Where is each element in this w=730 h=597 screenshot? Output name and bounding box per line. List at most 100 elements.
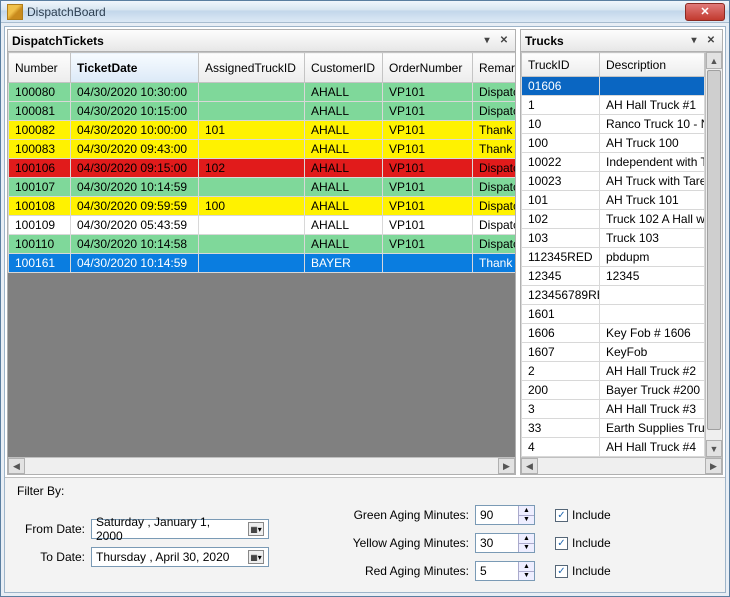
table-cell[interactable]: 100106 <box>9 159 71 178</box>
table-row[interactable]: 3AH Hall Truck #3 <box>522 400 705 419</box>
panel-close-icon[interactable]: ✕ <box>704 34 718 48</box>
table-cell[interactable]: Thank y <box>473 254 516 273</box>
trucks-vscroll[interactable]: ▲ ▼ <box>705 52 722 457</box>
scroll-thumb[interactable] <box>707 70 721 430</box>
scroll-right-icon[interactable]: ▶ <box>705 458 722 474</box>
table-cell[interactable]: 01606 <box>522 77 600 96</box>
table-cell[interactable]: 101 <box>522 191 600 210</box>
table-cell[interactable]: Dispatche <box>473 159 516 178</box>
table-cell[interactable]: 100 <box>522 134 600 153</box>
scroll-up-icon[interactable]: ▲ <box>706 52 722 69</box>
table-cell[interactable]: 04/30/2020 10:00:00 <box>71 121 199 140</box>
table-cell[interactable]: 100082 <box>9 121 71 140</box>
scroll-right-icon[interactable]: ▶ <box>498 458 515 474</box>
table-cell[interactable]: AHALL <box>305 159 383 178</box>
table-cell[interactable]: 101 <box>199 121 305 140</box>
table-cell[interactable]: 100107 <box>9 178 71 197</box>
table-row[interactable]: 101AH Truck 101 <box>522 191 705 210</box>
table-row[interactable]: 200Bayer Truck #200 <box>522 381 705 400</box>
table-row[interactable]: 102Truck 102 A Hall wit <box>522 210 705 229</box>
table-cell[interactable]: AH Hall Truck #1 <box>600 96 705 115</box>
table-cell[interactable]: VP101 <box>383 102 473 121</box>
table-cell[interactable]: Independent with Ta <box>600 153 705 172</box>
table-cell[interactable]: AH Truck with Tare <box>600 172 705 191</box>
table-cell[interactable] <box>199 235 305 254</box>
table-cell[interactable]: AH Truck 100 <box>600 134 705 153</box>
red-aging-spinner[interactable]: 5 ▲▼ <box>475 561 535 581</box>
table-cell[interactable]: 04/30/2020 10:30:00 <box>71 83 199 102</box>
table-row[interactable]: 4AH Hall Truck #4 <box>522 438 705 457</box>
table-cell[interactable]: AHALL <box>305 235 383 254</box>
checkbox-icon[interactable]: ✓ <box>555 509 568 522</box>
yellow-aging-spinner[interactable]: 30 ▲▼ <box>475 533 535 553</box>
calendar-icon[interactable]: ▦▾ <box>248 550 264 564</box>
table-cell[interactable] <box>600 77 705 96</box>
table-cell[interactable]: AHALL <box>305 216 383 235</box>
checkbox-icon[interactable]: ✓ <box>555 565 568 578</box>
table-cell[interactable]: Dispatche <box>473 235 516 254</box>
from-date-picker[interactable]: Saturday , January 1, 2000 ▦▾ <box>91 519 269 539</box>
trucks-hscroll[interactable]: ◀ ▶ <box>521 457 722 474</box>
table-cell[interactable]: Truck 102 A Hall wit <box>600 210 705 229</box>
table-row[interactable]: 1601 <box>522 305 705 324</box>
spin-up-icon[interactable]: ▲ <box>519 562 534 572</box>
table-cell[interactable] <box>199 254 305 273</box>
table-cell[interactable]: BAYER <box>305 254 383 273</box>
table-row[interactable]: 1234512345 <box>522 267 705 286</box>
to-date-picker[interactable]: Thursday , April 30, 2020 ▦▾ <box>91 547 269 567</box>
table-cell[interactable]: AH Hall Truck #3 <box>600 400 705 419</box>
table-cell[interactable]: 04/30/2020 10:14:59 <box>71 254 199 273</box>
table-row[interactable]: 10011004/30/2020 10:14:58AHALLVP101Dispa… <box>9 235 516 254</box>
include-yellow-checkbox[interactable]: ✓ Include <box>555 532 611 554</box>
column-header[interactable]: Number <box>9 53 71 83</box>
table-cell[interactable]: Dispatche <box>473 83 516 102</box>
green-aging-spinner[interactable]: 90 ▲▼ <box>475 505 535 525</box>
table-row[interactable]: 10008004/30/2020 10:30:00AHALLVP101Dispa… <box>9 83 516 102</box>
table-cell[interactable]: AHALL <box>305 102 383 121</box>
panel-menu-icon[interactable]: ▾ <box>480 34 494 48</box>
table-cell[interactable]: 1601 <box>522 305 600 324</box>
include-green-checkbox[interactable]: ✓ Include <box>555 504 611 526</box>
table-cell[interactable]: pbdupm <box>600 248 705 267</box>
table-row[interactable]: 01606 <box>522 77 705 96</box>
table-cell[interactable]: 10023 <box>522 172 600 191</box>
spin-down-icon[interactable]: ▼ <box>519 544 534 553</box>
table-cell[interactable] <box>199 140 305 159</box>
table-row[interactable]: 123456789RED <box>522 286 705 305</box>
column-header[interactable]: CustomerID <box>305 53 383 83</box>
table-cell[interactable]: Bayer Truck #200 <box>600 381 705 400</box>
table-row[interactable]: 112345REDpbdupm <box>522 248 705 267</box>
table-row[interactable]: 10Ranco Truck 10 - N <box>522 115 705 134</box>
table-row[interactable]: 2AH Hall Truck #2 <box>522 362 705 381</box>
table-cell[interactable]: 04/30/2020 05:43:59 <box>71 216 199 235</box>
table-cell[interactable]: 10 <box>522 115 600 134</box>
table-cell[interactable] <box>199 178 305 197</box>
column-header[interactable]: Remark <box>473 53 516 83</box>
panel-close-icon[interactable]: ✕ <box>497 34 511 48</box>
table-cell[interactable] <box>199 102 305 121</box>
table-cell[interactable]: Thank you <box>473 121 516 140</box>
table-row[interactable]: 10023AH Truck with Tare <box>522 172 705 191</box>
table-cell[interactable]: Ranco Truck 10 - N <box>600 115 705 134</box>
table-cell[interactable]: Dispatche <box>473 197 516 216</box>
table-cell[interactable]: AH Hall Truck #4 <box>600 438 705 457</box>
table-cell[interactable]: Earth Supplies Truck <box>600 419 705 438</box>
table-cell[interactable]: Thank you <box>473 140 516 159</box>
calendar-icon[interactable]: ▦▾ <box>248 522 264 536</box>
table-cell[interactable]: VP101 <box>383 235 473 254</box>
scroll-down-icon[interactable]: ▼ <box>706 440 722 457</box>
table-cell[interactable]: AHALL <box>305 83 383 102</box>
table-cell[interactable]: 200 <box>522 381 600 400</box>
table-row[interactable]: 10022Independent with Ta <box>522 153 705 172</box>
tickets-hscroll[interactable]: ◀ ▶ <box>8 457 515 474</box>
table-row[interactable]: 10008104/30/2020 10:15:00AHALLVP101Dispa… <box>9 102 516 121</box>
table-cell[interactable]: KeyFob <box>600 343 705 362</box>
table-cell[interactable]: 3 <box>522 400 600 419</box>
table-cell[interactable]: VP101 <box>383 159 473 178</box>
table-row[interactable]: 33Earth Supplies Truck <box>522 419 705 438</box>
scroll-left-icon[interactable]: ◀ <box>521 458 538 474</box>
table-row[interactable]: 10010904/30/2020 05:43:59AHALLVP101Dispa… <box>9 216 516 235</box>
spin-up-icon[interactable]: ▲ <box>519 506 534 516</box>
table-cell[interactable]: Key Fob # 1606 <box>600 324 705 343</box>
include-red-checkbox[interactable]: ✓ Include <box>555 560 611 582</box>
